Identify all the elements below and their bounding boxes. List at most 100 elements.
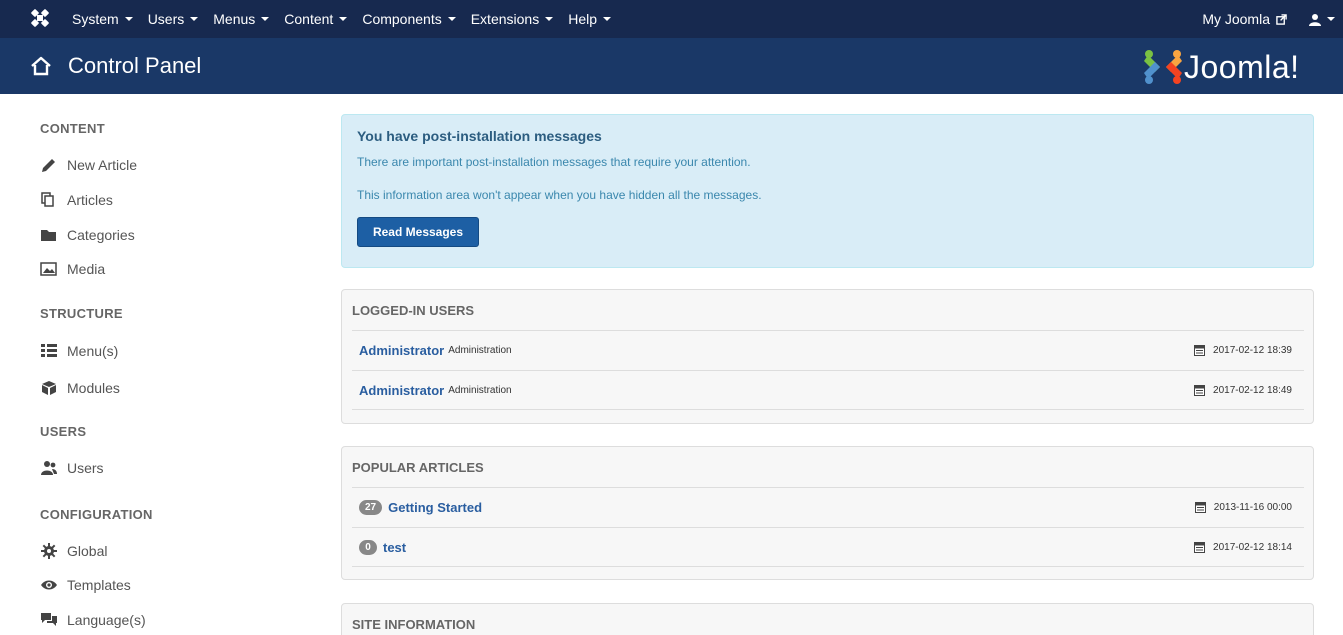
- calendar-icon: [1194, 345, 1206, 356]
- cube-icon: [42, 381, 56, 395]
- caret-down-icon: [447, 17, 456, 21]
- post-install-alert: You have post-installation messages Ther…: [341, 114, 1314, 268]
- panel-title: LOGGED-IN USERS: [352, 303, 475, 318]
- read-messages-button[interactable]: Read Messages: [357, 217, 479, 247]
- caret-down-icon: [1327, 17, 1335, 21]
- menu-help[interactable]: Help: [568, 11, 611, 27]
- page-header: Control Panel Joomla!: [0, 38, 1343, 94]
- caret-down-icon: [545, 17, 554, 21]
- cog-icon: [41, 543, 57, 559]
- panel-title: POPULAR ARTICLES: [352, 460, 484, 475]
- alert-title: You have post-installation messages: [357, 128, 602, 144]
- joomla-brand-logo-icon: [1144, 50, 1182, 84]
- table-row: 27 Getting Started 2013-11-16 00:00: [352, 487, 1304, 527]
- row-right: 2013-11-16 00:00: [1194, 502, 1304, 513]
- menu-users-label: Users: [147, 11, 185, 27]
- users-icon: [41, 461, 57, 475]
- caret-down-icon: [603, 17, 611, 21]
- sidebar-item-categories[interactable]: Categories: [40, 227, 135, 243]
- row-date: 2017-02-12 18:14: [1213, 541, 1292, 553]
- user-area: Administration: [448, 384, 512, 396]
- article-link[interactable]: test: [383, 540, 406, 555]
- popular-articles-panel: POPULAR ARTICLES 27 Getting Started 2013…: [341, 446, 1314, 580]
- user-menu[interactable]: [1309, 13, 1335, 26]
- calendar-icon: [1194, 502, 1206, 513]
- sidebar-heading-content: CONTENT: [40, 121, 105, 136]
- sidebar-item-languages[interactable]: Language(s): [40, 612, 146, 628]
- logged-in-users-panel: LOGGED-IN USERS Administrator Administra…: [341, 289, 1314, 424]
- sidebar-item-label: Users: [67, 460, 104, 476]
- sidebar-item-label: Templates: [67, 577, 131, 593]
- sidebar: CONTENT New Article Articles Categories …: [0, 94, 310, 635]
- sidebar-item-global[interactable]: Global: [40, 543, 107, 559]
- joomla-brand-text: Joomla!: [1184, 49, 1300, 85]
- main-menu: System Users Menus Content Components Ex…: [72, 0, 626, 38]
- alert-message-1: There are important post-installation me…: [357, 155, 751, 169]
- menu-extensions[interactable]: Extensions: [471, 11, 554, 27]
- copy-icon: [41, 192, 54, 207]
- calendar-icon: [1194, 384, 1206, 396]
- panel-title: SITE INFORMATION: [352, 617, 476, 632]
- caret-down-icon: [124, 17, 133, 21]
- hits-badge: 27: [359, 500, 383, 515]
- menu-content[interactable]: Content: [284, 11, 348, 27]
- sidebar-item-users[interactable]: Users: [40, 460, 104, 476]
- menu-system[interactable]: System: [72, 11, 133, 27]
- image-icon: [40, 262, 57, 276]
- table-row: Administrator Administration 2017-02-12 …: [352, 330, 1304, 370]
- sidebar-item-menus[interactable]: Menu(s): [40, 343, 118, 359]
- user-link[interactable]: Administrator: [359, 383, 444, 398]
- user-link[interactable]: Administrator: [359, 343, 444, 358]
- article-link[interactable]: Getting Started: [388, 500, 482, 515]
- caret-down-icon: [261, 17, 270, 21]
- row-right: 2017-02-12 18:39: [1194, 345, 1304, 356]
- comments-icon: [41, 613, 57, 626]
- sidebar-item-label: Global: [67, 543, 108, 559]
- row-right: 2017-02-12 18:49: [1194, 384, 1304, 396]
- sidebar-item-new-article[interactable]: New Article: [40, 157, 137, 173]
- menu-content-label: Content: [284, 11, 334, 27]
- sidebar-item-label: Language(s): [67, 612, 146, 628]
- sidebar-heading-users: USERS: [40, 424, 87, 439]
- user-area: Administration: [448, 345, 512, 356]
- calendar-icon: [1194, 541, 1206, 553]
- menu-menus[interactable]: Menus: [213, 11, 270, 27]
- my-joomla-label: My Joomla: [1202, 11, 1270, 27]
- external-link-icon: [1276, 13, 1287, 25]
- menu-components-label: Components: [362, 11, 442, 27]
- list-icon: [41, 344, 57, 357]
- joomla-logo-icon[interactable]: [30, 8, 50, 28]
- sidebar-item-articles[interactable]: Articles: [40, 192, 113, 208]
- table-row: 0 test 2017-02-12 18:14: [352, 527, 1304, 567]
- caret-down-icon: [190, 17, 199, 21]
- sidebar-item-label: New Article: [67, 157, 138, 173]
- row-left: Administrator Administration: [352, 343, 512, 358]
- joomla-brand: Joomla!: [1144, 49, 1300, 85]
- my-joomla-link[interactable]: My Joomla: [1202, 11, 1287, 27]
- sidebar-item-label: Articles: [67, 192, 113, 208]
- menu-menus-label: Menus: [213, 11, 256, 27]
- row-date: 2017-02-12 18:49: [1213, 384, 1292, 396]
- row-left: 0 test: [352, 539, 406, 555]
- table-row: Administrator Administration 2017-02-12 …: [352, 370, 1304, 410]
- top-navbar: System Users Menus Content Components Ex…: [0, 0, 1343, 38]
- site-information-panel: SITE INFORMATION: [341, 603, 1314, 635]
- sidebar-item-label: Menu(s): [67, 343, 119, 359]
- row-left: Administrator Administration: [352, 383, 512, 398]
- sidebar-item-label: Categories: [67, 227, 135, 243]
- page-title: Control Panel: [68, 53, 202, 78]
- sidebar-item-modules[interactable]: Modules: [40, 380, 120, 396]
- sidebar-item-label: Media: [67, 261, 106, 277]
- sidebar-item-label: Modules: [67, 380, 120, 396]
- sidebar-item-media[interactable]: Media: [40, 261, 105, 277]
- sidebar-heading-configuration: CONFIGURATION: [40, 507, 153, 522]
- sidebar-heading-structure: STRUCTURE: [40, 306, 123, 321]
- row-right: 2017-02-12 18:14: [1194, 541, 1304, 553]
- row-date: 2017-02-12 18:39: [1213, 345, 1292, 356]
- menu-components[interactable]: Components: [362, 11, 456, 27]
- folder-icon: [41, 230, 56, 241]
- menu-users[interactable]: Users: [148, 11, 199, 27]
- eye-icon: [41, 580, 57, 590]
- home-icon: [31, 56, 51, 76]
- sidebar-item-templates[interactable]: Templates: [40, 577, 131, 593]
